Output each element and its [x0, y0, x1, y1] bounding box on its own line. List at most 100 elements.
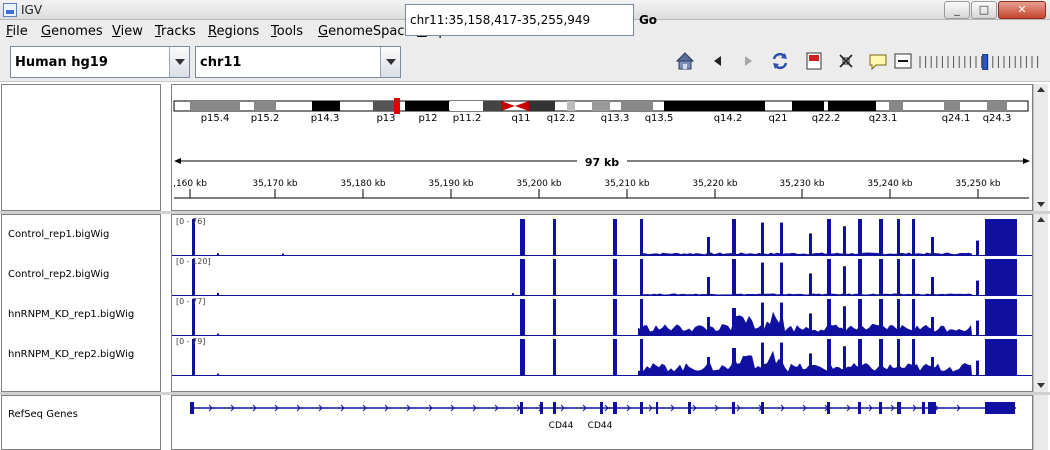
cytoband [889, 101, 903, 111]
gene-exon [827, 402, 830, 414]
chevron-down-icon[interactable] [380, 47, 400, 77]
cytoband-label: q24.1 [942, 113, 971, 124]
scroll-arrows-icon[interactable] [1034, 84, 1048, 211]
menu-regions[interactable]: Regions [208, 24, 259, 39]
cytoband [567, 101, 575, 111]
coverage-peak [613, 259, 617, 295]
back-icon[interactable] [708, 50, 728, 72]
track-range-label: [0 - 77] [176, 297, 206, 306]
track-name-panel: Control_rep1.bigWig Control_rep2.bigWig … [1, 214, 161, 392]
gene-exon [732, 402, 735, 414]
popup-text-icon[interactable] [868, 50, 888, 72]
gene-exon [640, 402, 643, 414]
coverage-peak [553, 219, 556, 255]
refresh-icon[interactable] [770, 50, 790, 72]
coverage-peak [931, 277, 934, 295]
track-range-label: [0 - 120] [176, 257, 211, 266]
ruler-tick-label: 35,180 kb [340, 179, 386, 189]
menu-genomes[interactable]: Genomes [41, 24, 103, 39]
coverage-peak [780, 222, 783, 255]
ruler-tick-label: ,160 kb [173, 179, 207, 189]
coverage-peak [522, 254, 524, 255]
region-of-interest-icon[interactable] [804, 50, 824, 72]
resize-icon[interactable] [836, 50, 856, 72]
chevron-down-icon[interactable] [169, 47, 189, 77]
coverage-peak [912, 219, 915, 255]
ruler-tick-label: 35,200 kb [516, 179, 562, 189]
menu-tools[interactable]: Tools [271, 24, 303, 39]
coverage-peak [217, 333, 219, 335]
cytoband [254, 101, 276, 111]
coverage-peak [217, 373, 219, 375]
coverage-peak [985, 299, 1017, 335]
home-icon[interactable] [675, 50, 695, 72]
coverage-peak [879, 259, 883, 295]
track-name-hnrnpm-kd-rep2[interactable]: hnRNPM_KD_rep2.bigWig [8, 349, 134, 360]
coverage-peak [217, 292, 219, 295]
cytoband [664, 101, 736, 111]
gene-exon [553, 402, 556, 414]
coverage-peak [827, 259, 831, 295]
feature-data-panel: CD44 CD44 [171, 395, 1033, 450]
cytoband-label: p13 [376, 113, 395, 124]
tracks-scrollbar[interactable] [1033, 214, 1048, 392]
track-data-panel: [0 - 76] [0 - 120] [0 - 77] [0 - 79] [171, 214, 1033, 392]
menu-tracks[interactable]: Tracks [155, 24, 196, 39]
locus-search-input[interactable] [405, 4, 634, 36]
coverage-peak [217, 253, 219, 255]
genome-select-value: Human hg19 [15, 55, 108, 70]
cytoband-label: q14.2 [714, 113, 743, 124]
cytoband [944, 101, 960, 111]
cytoband-label: q24.3 [983, 113, 1012, 124]
coverage-tracks[interactable] [172, 215, 1032, 391]
coverage-peak [761, 262, 764, 295]
coverage-signal [642, 252, 972, 255]
coverage-peak [931, 237, 934, 255]
coverage-peak [912, 259, 915, 295]
zoom-out-icon[interactable] [893, 50, 913, 72]
menu-view[interactable]: View [112, 24, 143, 39]
header-scrollbar[interactable] [1033, 84, 1048, 211]
minimize-button[interactable]: _ [944, 1, 970, 19]
gene-exon [520, 402, 523, 414]
genome-select[interactable]: Human hg19 [10, 46, 190, 78]
maximize-button[interactable]: □ [971, 1, 997, 19]
forward-icon[interactable] [738, 50, 758, 72]
go-button[interactable]: Go [636, 4, 660, 36]
gene-exon [600, 402, 603, 414]
track-name-refseq-genes[interactable]: RefSeq Genes [8, 409, 78, 420]
cytoband-label: q12.2 [547, 113, 576, 124]
ruler-tick-label: 35,170 kb [252, 179, 298, 189]
coverage-peak [761, 222, 764, 255]
chromosome-select[interactable]: chr11 [195, 46, 401, 78]
coverage-peak [985, 219, 1017, 255]
menu-genomespace[interactable]: GenomeSpace [318, 24, 413, 39]
cytoband-label: q13.5 [645, 113, 674, 124]
coverage-peak [985, 339, 1017, 375]
zoom-slider[interactable] [918, 54, 1046, 70]
track-name-hnrnpm-kd-rep1[interactable]: hnRNPM_KD_rep1.bigWig [8, 309, 134, 320]
coverage-peak [553, 259, 556, 295]
scroll-arrows-icon[interactable] [1034, 214, 1048, 392]
cytoband-label: p11.2 [453, 113, 482, 124]
chromosome-ideogram[interactable]: p15.4 p15.2 p14.3 p13 p12 p11.2 q11 q12.2 q13.3 q… [172, 85, 1032, 210]
close-button[interactable]: ✕ [998, 1, 1046, 19]
coverage-peak [827, 219, 831, 255]
cytoband [621, 101, 653, 111]
coverage-peak [520, 339, 525, 375]
feature-scrollbar[interactable] [1033, 395, 1048, 450]
cytoband [312, 101, 340, 111]
coverage-peak [897, 219, 900, 255]
track-name-control-rep1[interactable]: Control_rep1.bigWig [8, 229, 109, 240]
coverage-peak [553, 299, 556, 335]
gene-exon [761, 402, 764, 414]
coverage-peak [732, 219, 736, 255]
coverage-peak [976, 320, 979, 335]
refseq-gene-track[interactable]: CD44 CD44 [172, 396, 1032, 449]
gene-exon [540, 402, 543, 414]
cytoband [405, 101, 449, 111]
menu-file[interactable]: File [6, 24, 28, 39]
cytoband-label: q11 [511, 113, 530, 124]
coverage-peak [976, 240, 979, 255]
track-name-control-rep2[interactable]: Control_rep2.bigWig [8, 269, 109, 280]
